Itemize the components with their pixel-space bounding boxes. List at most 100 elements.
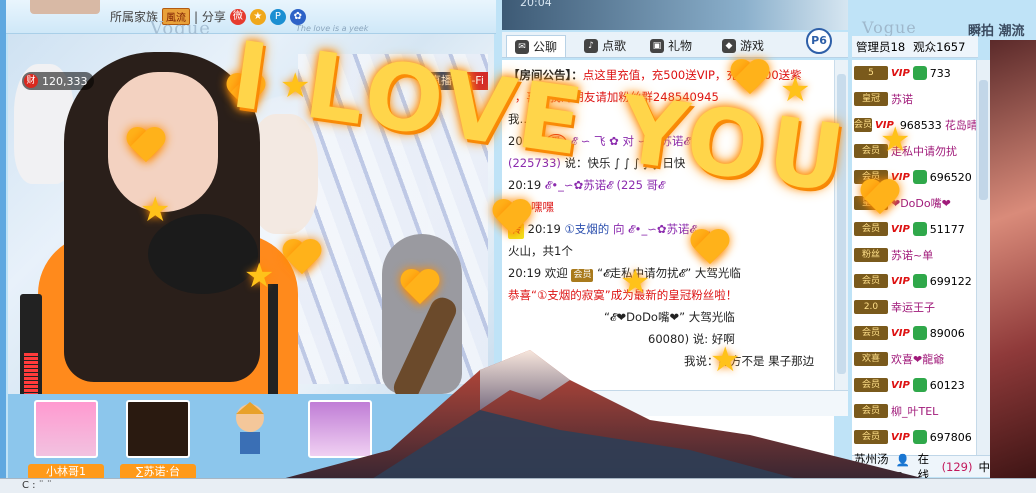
chat-scrollbar[interactable] <box>834 60 848 390</box>
user-row[interactable]: 皇冠 苏诺 <box>852 86 976 112</box>
heart-icon <box>226 74 266 114</box>
weibo-icon[interactable]: 微 <box>229 8 246 25</box>
user-icon[interactable]: 👤▾ <box>896 453 912 481</box>
user-level-badge: 会员 <box>854 222 888 236</box>
chat-time-stamp: 20:19 <box>508 134 542 148</box>
user-number: 697806 <box>929 430 972 444</box>
user-level-badge: 会员 <box>854 404 888 418</box>
chat-user[interactable]: 𝓔•_∽✿苏诺𝓔 (225 <box>545 178 643 192</box>
user-level-badge: 会员 <box>854 430 888 444</box>
user-row[interactable]: 5 VIP 733 <box>852 60 976 86</box>
user-row[interactable]: 会员 VIP 699122 <box>852 268 976 294</box>
user-level-badge: 2.0 <box>854 300 888 314</box>
user-row[interactable]: 会员 VIP 697806 <box>852 424 976 450</box>
user-level-badge: 会员 <box>854 378 888 392</box>
user-number: 60123 <box>929 378 965 392</box>
heart-icon <box>400 270 440 310</box>
user-row[interactable]: 会员 走私中请勿扰 <box>852 138 976 164</box>
user-row[interactable]: 粉丝 苏诺~单 <box>852 242 976 268</box>
user-level-badge: 欢喜 <box>854 352 888 366</box>
gift-level-icon <box>912 326 927 340</box>
chat-line: 20:19 爱 𝓔 ∽ 飞 ✿ 对 ∽ ✿苏诺𝓔 <box>508 130 828 152</box>
tab-audience[interactable]: 观众1657 <box>913 39 965 55</box>
p6-badge[interactable]: P6 <box>806 28 832 54</box>
heart-icon <box>282 240 322 280</box>
user-list-footer: 苏州汤爷 👤▾ 在线 (129) 中 <box>852 452 991 482</box>
user-level-badge: 皇冠 <box>854 92 888 106</box>
gift-thumb-4[interactable] <box>308 400 372 458</box>
gift-icon: ▣ <box>650 39 664 53</box>
scroll-thumb[interactable] <box>837 74 846 374</box>
tab-song-request[interactable]: ♪ 点歌 <box>576 35 634 57</box>
pengyou-icon[interactable]: P <box>269 8 286 25</box>
chat-user[interactable]: 𝓔 ∽ 飞 ✿ 对 ∽ ✿苏诺𝓔 <box>570 134 690 148</box>
user-name[interactable]: 苏诺 <box>891 91 913 107</box>
gift-level-icon <box>912 170 927 184</box>
user-row[interactable]: 会员 VIP 89006 <box>852 320 976 346</box>
star-icon: ★ <box>880 120 911 160</box>
user-name[interactable]: 柳_叶TEL <box>891 403 938 419</box>
user-number: 733 <box>929 66 951 80</box>
user-list[interactable]: 5VIP733皇冠苏诺会员VIP968533花岛晴儿会员走私中请勿扰会员VIP6… <box>852 60 976 455</box>
gift-level-icon <box>912 378 927 392</box>
wealth-counter: 财 120,333 <box>22 72 94 90</box>
volume-meter[interactable]: 🎤 <box>20 294 42 394</box>
chat-line: 60080) 说: 好啊 <box>508 328 828 350</box>
hifi-label[interactable]: Hi-Fi <box>456 72 488 90</box>
scroll-thumb[interactable] <box>979 80 988 200</box>
chat-bubble-icon: ✉ <box>515 39 529 54</box>
user-row[interactable]: 2.0 幸运王子 <box>852 294 976 320</box>
chat-time: 20:04 <box>520 0 552 9</box>
tab-label: 礼物 <box>668 39 693 53</box>
chat-line: 说：嘿嘿 <box>508 196 828 218</box>
user-row[interactable]: 会员VIP968533花岛晴儿 <box>852 112 976 138</box>
chat-line: (225733) 说：快乐 ∫ ∫ ∫ ∫ ∫ 日快 <box>508 152 828 174</box>
qzone-icon[interactable]: ★ <box>249 8 266 25</box>
love-badge-icon: 爱 <box>544 134 567 152</box>
gift-thumb-lamp[interactable] <box>126 400 190 458</box>
user-name[interactable]: 幸运王子 <box>891 299 935 315</box>
tab-public-chat[interactable]: ✉ 公聊 <box>506 35 567 57</box>
chat-input-bar[interactable] <box>502 390 848 416</box>
chat-user-id[interactable]: (225733) <box>508 156 561 170</box>
tab-gifts[interactable]: ▣ 礼物 <box>642 35 700 57</box>
tab-admins[interactable]: 管理员18 <box>856 39 905 55</box>
chat-text: “𝓔❤DoDo嘴❤” 大驾光临 <box>604 310 735 324</box>
chat-line: 转 20:19 ①支烟的 向 𝓔•_∽✿苏诺𝓔 … <box>508 218 828 240</box>
user-name[interactable]: 花岛晴儿 <box>945 117 976 133</box>
tab-games[interactable]: ◆ 游戏 <box>714 35 772 57</box>
user-number: 699122 <box>929 274 972 288</box>
user-number: 51177 <box>929 222 965 236</box>
chat-text: 嘿嘿 <box>531 200 554 214</box>
chat-text: …共1个 <box>519 112 562 126</box>
vip-badge: VIP <box>891 379 910 391</box>
chat-text: 说：快乐 ∫ ∫ ∫ ∫ ∫ 日快 <box>564 156 686 170</box>
tab-label: 公聊 <box>533 39 558 54</box>
host-avatar[interactable] <box>30 0 100 14</box>
user-name[interactable]: 苏诺~单 <box>891 247 933 263</box>
star-icon: ★ <box>710 340 741 380</box>
chat-text: 60080) 说: 好啊 <box>648 332 735 346</box>
love-subtitle: The love is a yeek <box>296 24 369 33</box>
baidu-icon[interactable]: ✿ <box>289 8 306 25</box>
gift-bar: 小林哥1 ∑苏诺·台 <box>8 394 494 480</box>
user-list-scrollbar[interactable] <box>976 60 990 455</box>
star-icon: ★ <box>780 70 811 110</box>
gift-thumb-cartoon[interactable] <box>230 400 294 458</box>
chat-user[interactable]: ①支烟的 <box>564 222 609 236</box>
user-row[interactable]: 会员 柳_叶TEL <box>852 398 976 424</box>
middle-label: 中 <box>978 459 991 474</box>
vip-badge: VIP <box>891 275 910 287</box>
gift-thumb-1[interactable] <box>34 400 98 458</box>
heart-icon <box>126 128 166 168</box>
user-row[interactable]: 欢喜 欢喜❤龍爺 <box>852 346 976 372</box>
user-level-badge: 粉丝 <box>854 248 888 262</box>
user-name[interactable]: 欢喜❤龍爺 <box>891 351 944 367</box>
heart-icon <box>690 230 730 270</box>
gift-level-icon <box>912 274 927 288</box>
taskbar: C : ¨ ¨ <box>0 478 1036 493</box>
gift-level-icon <box>912 66 927 80</box>
mic-stand <box>268 284 278 394</box>
user-row[interactable]: 会员 VIP 60123 <box>852 372 976 398</box>
chat-user[interactable]: 哥𝓔 <box>647 178 665 192</box>
